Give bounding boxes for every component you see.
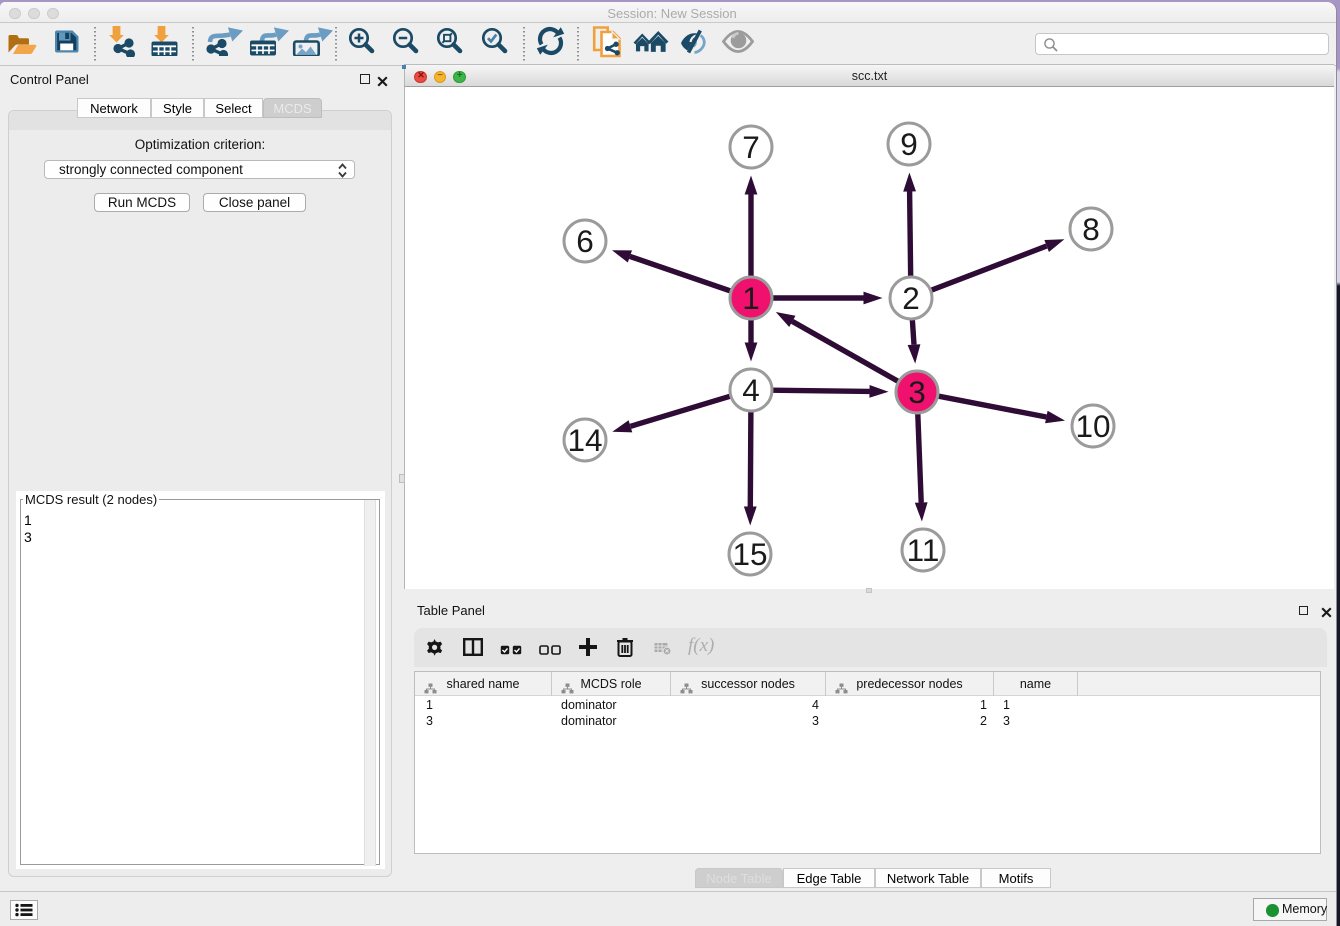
svg-text:10: 10: [1075, 408, 1110, 444]
svg-text:3: 3: [908, 374, 926, 410]
svg-text:8: 8: [1082, 211, 1100, 247]
svg-text:15: 15: [732, 536, 767, 572]
svg-text:14: 14: [567, 422, 602, 458]
svg-text:4: 4: [742, 372, 760, 408]
svg-text:9: 9: [900, 126, 918, 162]
svg-text:7: 7: [742, 129, 760, 165]
svg-text:6: 6: [576, 223, 594, 259]
svg-text:2: 2: [902, 280, 920, 316]
svg-text:11: 11: [907, 532, 940, 568]
svg-text:1: 1: [742, 280, 760, 316]
